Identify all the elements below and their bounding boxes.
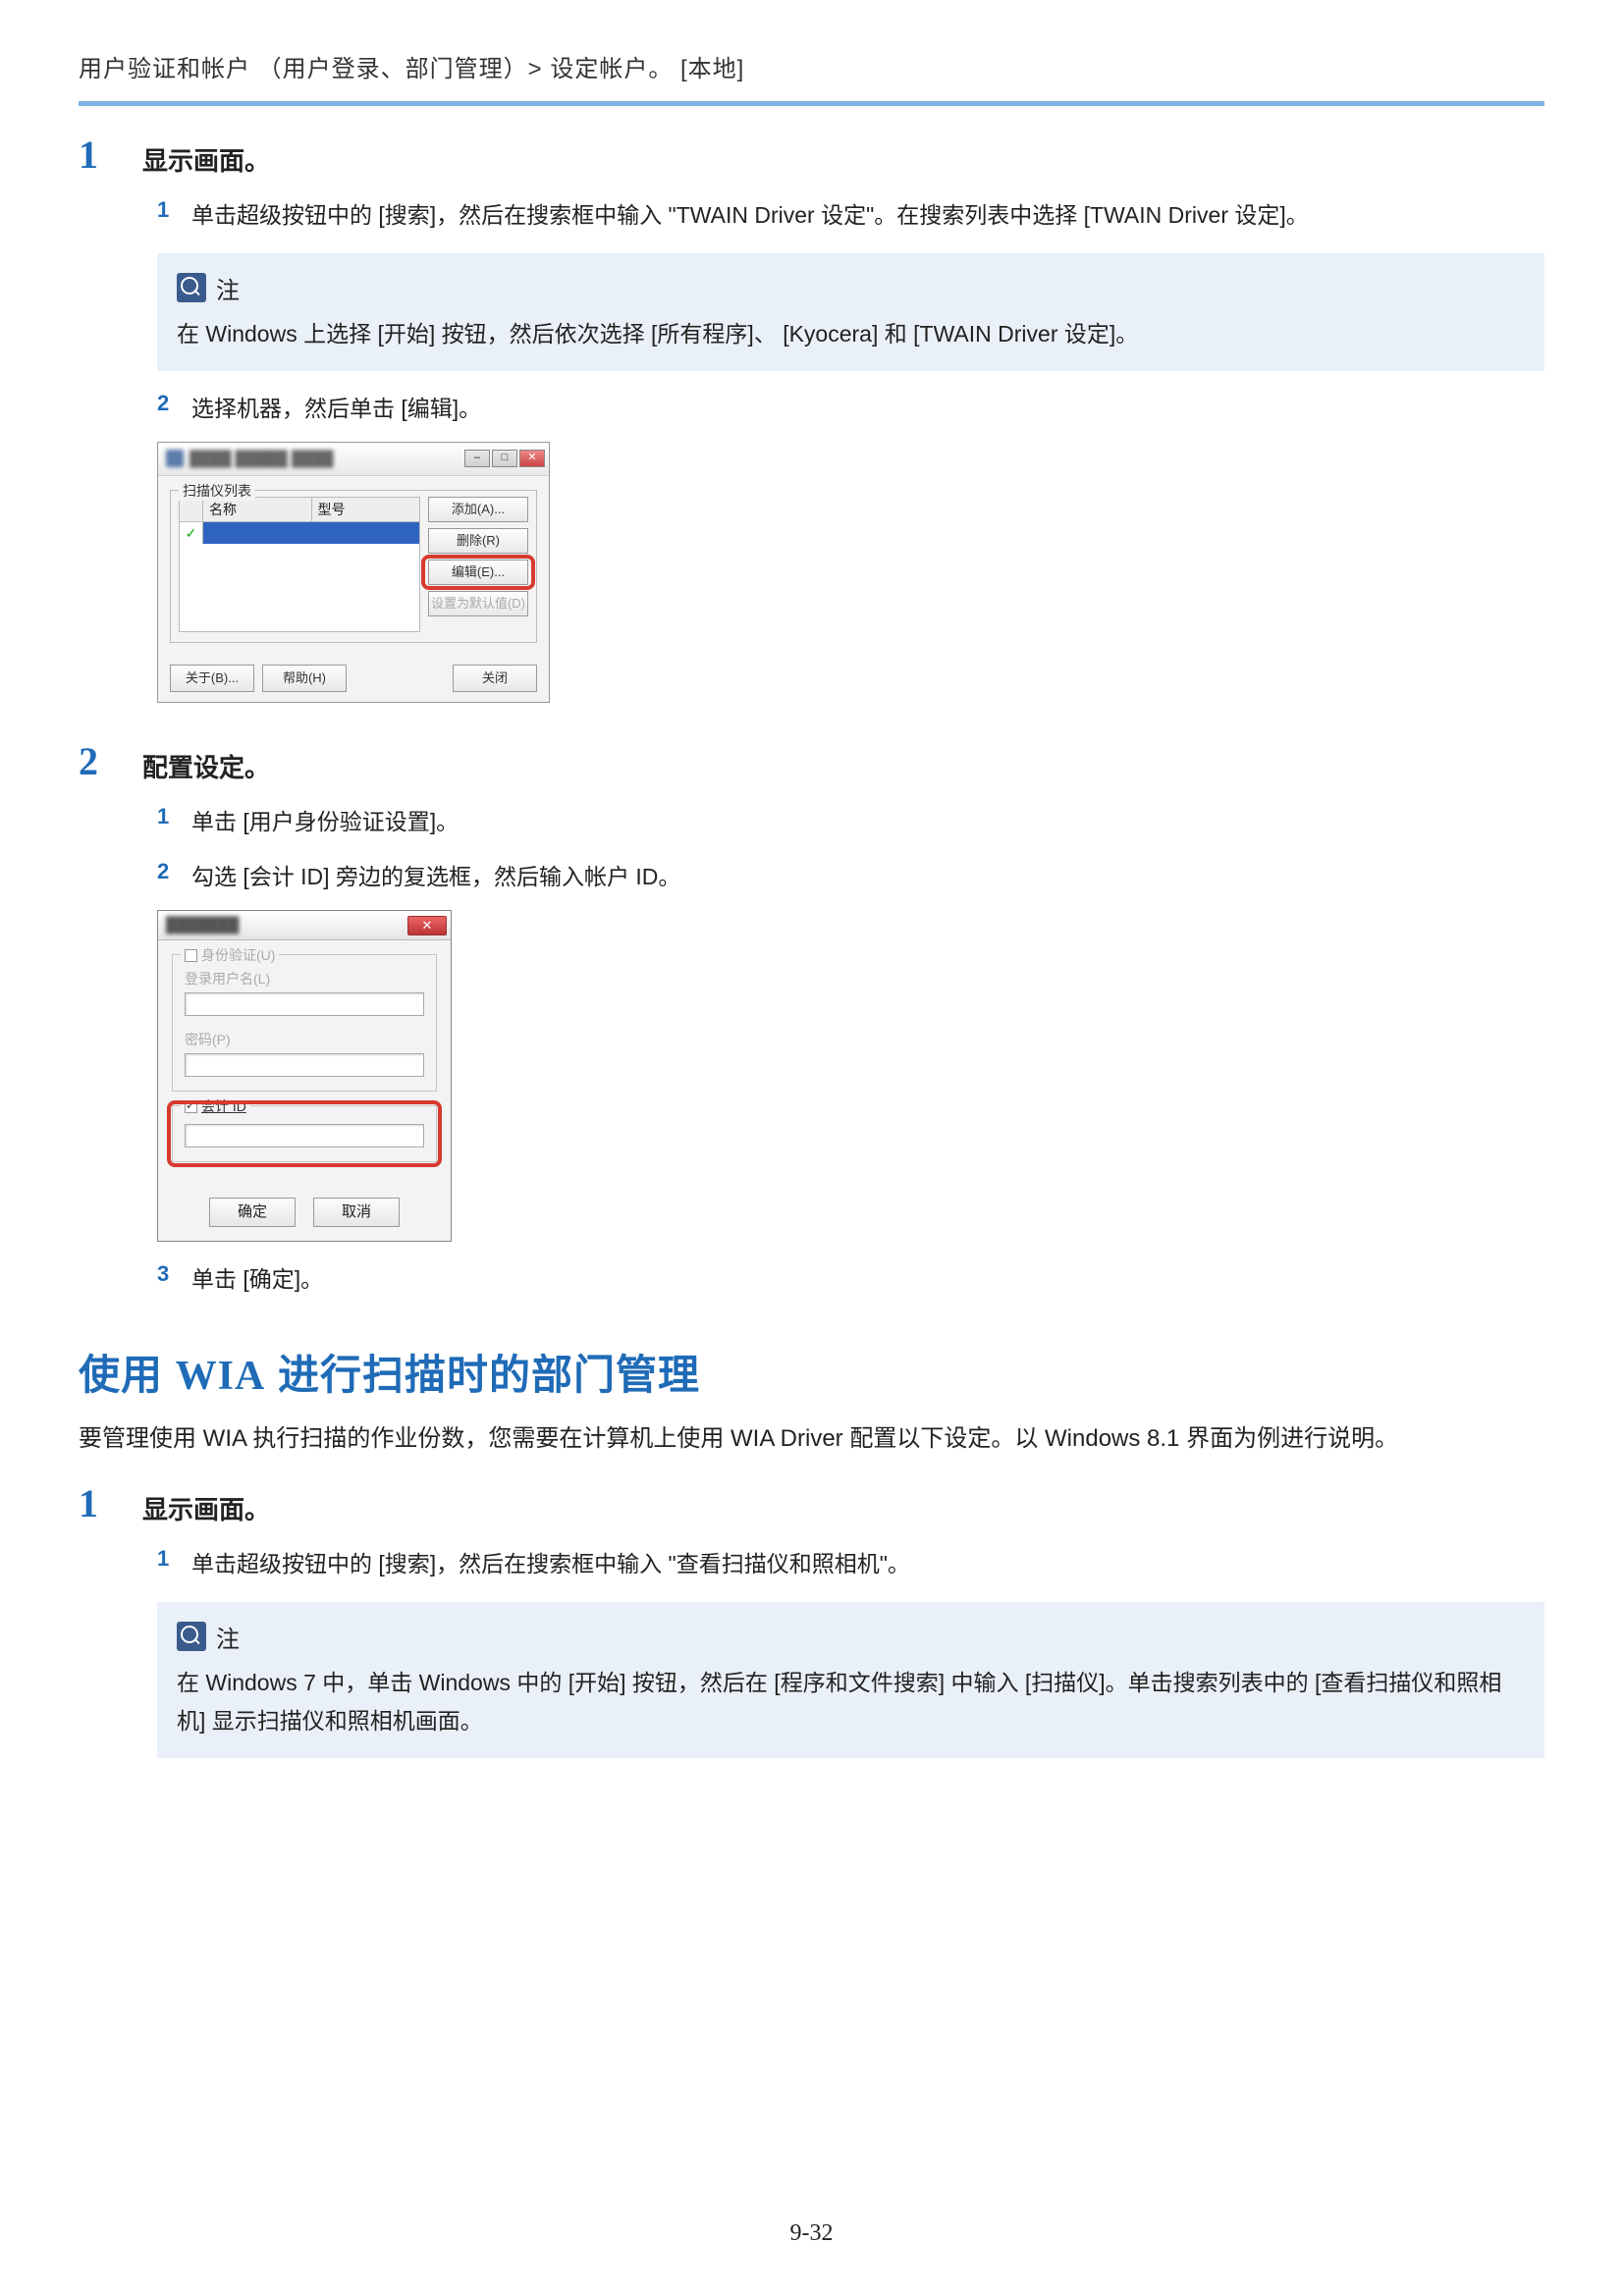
dialog-titlebar: ████ █████ ████ – □ ✕ (158, 443, 549, 476)
edit-button[interactable]: 编辑(E)... (428, 560, 528, 585)
help-button[interactable]: 帮助(H) (262, 665, 347, 692)
col-model[interactable]: 型号 (312, 498, 420, 521)
login-user-input[interactable] (185, 992, 424, 1016)
close-dialog-button[interactable]: 关闭 (453, 665, 537, 692)
account-id-legend: 会计 ID (201, 1096, 246, 1116)
step-2-sub-3-number: 3 (157, 1261, 191, 1287)
minimize-button[interactable]: – (464, 450, 490, 467)
dialog2-close-button[interactable]: ✕ (407, 916, 447, 935)
step-1-title: 显示画面。 (142, 135, 270, 178)
step-2-sub-1-number: 1 (157, 804, 191, 829)
auth-settings-dialog: ███████ ✕ 身份验证(U) 登录用户名(L) 密码(P) 会计 ID (157, 910, 452, 1242)
login-user-label: 登录用户名(L) (185, 969, 424, 988)
step-2-sub-2-number: 2 (157, 859, 191, 884)
step-1-sub-1-number: 1 (157, 197, 191, 223)
dialog-title-text: ████ █████ ████ (189, 451, 334, 467)
scanner-list-legend: 扫描仪列表 (179, 481, 255, 501)
note-icon (177, 1622, 206, 1651)
step-2-sub-3-text: 单击 [确定]。 (191, 1261, 1544, 1298)
step-1-number: 1 (79, 135, 142, 175)
note-body-1: 在 Windows 上选择 [开始] 按钮，然后依次选择 [所有程序]、 [Ky… (177, 315, 1525, 353)
auth-legend: 身份验证(U) (201, 945, 275, 965)
step-3-title: 显示画面。 (142, 1484, 270, 1526)
step-1-sub-2-number: 2 (157, 391, 191, 416)
note-label: 注 (216, 271, 240, 305)
maximize-button[interactable]: □ (492, 450, 517, 467)
app-icon (166, 450, 184, 467)
add-button[interactable]: 添加(A)... (428, 497, 528, 522)
scanner-row-selected[interactable]: ✓ (179, 522, 420, 544)
header-divider (79, 101, 1544, 106)
ok-button[interactable]: 确定 (209, 1198, 296, 1227)
about-button[interactable]: 关于(B)... (170, 665, 254, 692)
step-3-number: 1 (79, 1484, 142, 1523)
note-box-1: 注 在 Windows 上选择 [开始] 按钮，然后依次选择 [所有程序]、 [… (157, 253, 1544, 371)
twain-driver-dialog: ████ █████ ████ – □ ✕ 扫描仪列表 名称 型号 (157, 442, 550, 703)
heading-latin: WIA (176, 1354, 266, 1399)
wia-intro-text: 要管理使用 WIA 执行扫描的作业份数，您需要在计算机上使用 WIA Drive… (79, 1419, 1544, 1460)
account-id-input[interactable] (185, 1124, 424, 1148)
set-default-button[interactable]: 设置为默认值(D) (428, 591, 528, 616)
breadcrumb: 用户验证和帐户 （用户登录、部门管理）> 设定帐户。 [本地] (79, 49, 1544, 83)
auth-checkbox[interactable] (185, 949, 197, 962)
note-icon (177, 273, 206, 302)
step-3-sub-1-text: 单击超级按钮中的 [搜索]，然后在搜索框中输入 "查看扫描仪和照相机"。 (191, 1546, 1544, 1582)
step-2-number: 2 (79, 742, 142, 781)
cancel-button[interactable]: 取消 (313, 1198, 400, 1227)
heading-post: 进行扫描时的部门管理 (265, 1352, 700, 1398)
step-1-sub-2-text: 选择机器，然后单击 [编辑]。 (191, 391, 1544, 427)
close-button[interactable]: ✕ (519, 450, 545, 467)
note-body-2: 在 Windows 7 中，单击 Windows 中的 [开始] 按钮，然后在 … (177, 1664, 1525, 1740)
dialog2-titlebar: ███████ ✕ (158, 911, 451, 940)
step-1-sub-1-text: 单击超级按钮中的 [搜索]，然后在搜索框中输入 "TWAIN Driver 设定… (191, 197, 1544, 234)
scanner-list-empty-area (179, 544, 420, 632)
note-label-2: 注 (216, 1620, 240, 1654)
dialog2-title-text: ███████ (166, 917, 239, 934)
delete-button[interactable]: 删除(R) (428, 528, 528, 554)
col-check (180, 498, 203, 521)
step-2-sub-2-text: 勾选 [会计 ID] 旁边的复选框，然后输入帐户 ID。 (191, 859, 1544, 895)
account-id-checkbox[interactable] (185, 1100, 197, 1113)
page-number: 9-32 (0, 2220, 1623, 2247)
step-2-sub-1-text: 单击 [用户身份验证设置]。 (191, 804, 1544, 840)
col-name[interactable]: 名称 (203, 498, 312, 521)
password-input[interactable] (185, 1053, 424, 1077)
heading-pre: 使用 (79, 1352, 176, 1398)
note-box-2: 注 在 Windows 7 中，单击 Windows 中的 [开始] 按钮，然后… (157, 1602, 1544, 1758)
password-label: 密码(P) (185, 1030, 424, 1049)
check-icon: ✓ (180, 522, 203, 544)
step-3-sub-1-number: 1 (157, 1546, 191, 1572)
section-heading-wia: 使用 WIA 进行扫描时的部门管理 (79, 1342, 1544, 1402)
step-2-title: 配置设定。 (142, 742, 270, 784)
